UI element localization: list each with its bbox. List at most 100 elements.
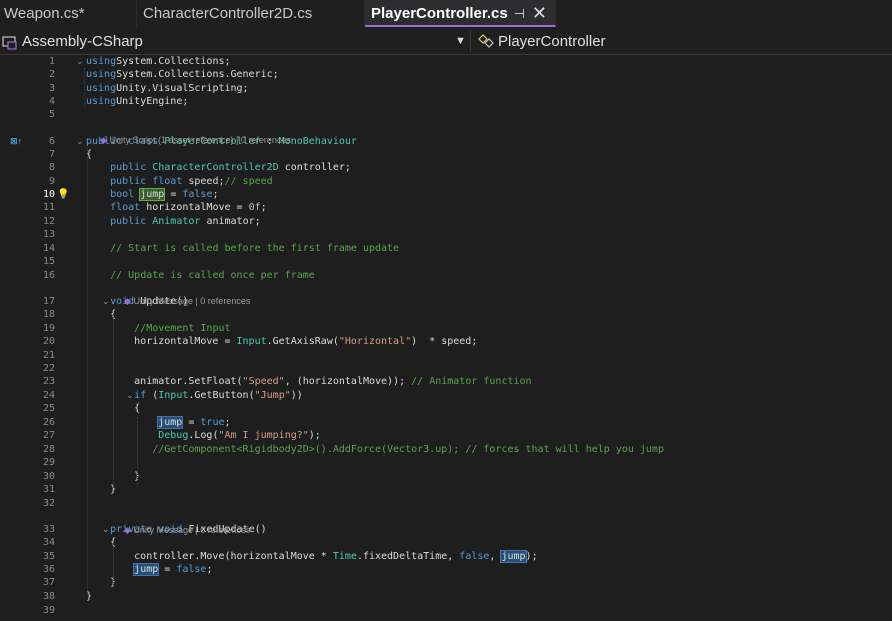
codelens-class[interactable]: ◆ Unity Script (1 asset reference) | 0 r… [90,121,291,160]
line-number: 6 [48,136,55,147]
code-line[interactable]: 16 // Update is called once per frame [0,269,892,282]
code-line[interactable]: 36 jump = false; [0,563,892,576]
codelens-fixedupdate[interactable]: ◆ Unity Message | 0 references [114,511,250,550]
code-token: } [86,484,117,495]
code-line[interactable]: 39 [0,604,892,617]
code-line[interactable]: 9 public float speed;// speed [0,175,892,188]
code-line[interactable]: 1 ⌄ usingSystem.Collections; [0,55,892,68]
code-token: { [86,309,117,320]
code-token: public [110,216,153,227]
member-dropdown[interactable]: PlayerController [498,29,878,54]
code-line[interactable]: 30 } [0,470,892,483]
code-line[interactable]: 27 Debug.Log("Am I jumping?"); [0,429,892,442]
chevron-down-icon[interactable]: ▼ [455,29,466,54]
line-number: 14 [42,243,55,254]
line-number: 36 [42,564,55,575]
line-number: 15 [42,256,55,267]
code-line[interactable]: 13 [0,228,892,241]
code-text[interactable]: // Update is called once per frame [86,269,315,282]
code-text[interactable]: jump = true; [86,416,231,429]
code-line[interactable]: 22 [0,362,892,375]
code-token: true [200,417,225,428]
project-dropdown[interactable]: Assembly-CSharp [22,29,462,54]
line-number: 28 [42,444,55,455]
line-number: 21 [42,350,55,361]
code-line[interactable]: 32 [0,497,892,510]
code-text[interactable]: controller.Move(horizontalMove * Time.fi… [86,550,538,563]
code-line[interactable]: 2 usingSystem.Collections.Generic; [0,68,892,81]
code-line[interactable]: 28 //GetComponent<Rigidbody2D>().AddForc… [0,443,892,456]
lightbulb-icon[interactable]: 💡 [57,188,69,201]
code-text[interactable]: public Animator animator; [86,215,261,228]
tab-player-controller[interactable]: PlayerController.cs ⊣ ✕ [365,0,556,27]
code-line[interactable]: 23 animator.SetFloat("Speed", (horizonta… [0,375,892,388]
code-line[interactable]: 19 //Movement Input [0,322,892,335]
pin-icon[interactable]: ⊣ [514,0,525,27]
code-line[interactable]: 24 ⌄ if (Input.GetButton("Jump")) [0,389,892,402]
code-text[interactable]: { [86,536,116,549]
code-text[interactable]: public CharacterController2D controller; [86,161,351,174]
code-line[interactable]: 26 jump = true; [0,416,892,429]
code-text[interactable]: usingSystem.Collections; [86,55,231,68]
line-number: 4 [48,96,55,107]
unity-script-icon[interactable]: ⊠↑ [10,135,22,148]
close-icon[interactable]: ✕ [532,0,547,27]
code-line[interactable]: 5 [0,108,892,121]
code-line[interactable]: 35 controller.Move(horizontalMove * Time… [0,550,892,563]
code-token: using [86,96,117,107]
code-line[interactable]: 8 public CharacterController2D controlle… [0,161,892,174]
code-text[interactable]: jump = false; [86,563,212,576]
fold-chevron-icon[interactable]: ⌄ [76,55,84,68]
code-line[interactable]: 25 { [0,402,892,415]
line-number: 3 [48,83,55,94]
code-text[interactable]: usingSystem.Collections.Generic; [86,68,279,81]
code-line[interactable]: 3 usingUnity.VisualScripting; [0,82,892,95]
code-text[interactable]: usingUnityEngine; [86,95,188,108]
indent-guide [84,68,85,108]
code-token: , [489,551,502,562]
line-number: 5 [48,109,55,120]
tab-character-controller[interactable]: CharacterController2D.cs [137,0,365,27]
code-token: false [182,189,213,200]
code-text[interactable]: float horizontalMove = 0f; [86,201,267,214]
navigation-bar: Assembly-CSharp ▼ PlayerController [0,29,892,55]
code-editor[interactable]: 1 ⌄ usingSystem.Collections; 2 usingSystem.C… [0,55,892,621]
code-line[interactable]: 20 horizontalMove = Input.GetAxisRaw("Ho… [0,335,892,348]
code-text[interactable]: usingUnity.VisualScripting; [86,82,249,95]
code-token: .fixedDeltaTime, [356,551,460,562]
line-number: 35 [42,551,55,562]
line-number: 12 [42,216,55,227]
code-line[interactable]: 12 public Animator animator; [0,215,892,228]
code-text[interactable]: horizontalMove = Input.GetAxisRaw("Horiz… [86,335,477,348]
indent-guide [113,314,114,488]
code-text[interactable]: if (Input.GetButton("Jump")) [86,389,303,402]
code-line[interactable]: 14 // Start is called before the first f… [0,242,892,255]
code-line[interactable]: 31 } [0,483,892,496]
code-text[interactable]: } [86,576,116,589]
code-line[interactable]: 11 float horizontalMove = 0f; [0,201,892,214]
fold-chevron-icon[interactable]: ⌄ [76,135,84,148]
code-line[interactable]: 10 bool jump = false; [0,188,892,201]
code-line[interactable]: 38} [0,590,892,603]
code-text[interactable]: bool jump = false; [86,188,219,201]
code-text[interactable]: // Start is called before the first fram… [86,242,399,255]
code-line[interactable]: 21 [0,349,892,362]
code-text[interactable]: animator.SetFloat("Speed", (horizontalMo… [86,375,531,388]
line-number: 39 [42,605,55,616]
code-line[interactable]: 4 usingUnityEngine; [0,95,892,108]
code-line[interactable]: 29 [0,456,892,469]
code-text[interactable]: //Movement Input [86,322,230,335]
codelens-update[interactable]: ◆ Unity Message | 0 references [114,282,250,321]
code-text[interactable]: //GetComponent<Rigidbody2D>().AddForce(V… [86,443,664,456]
code-text[interactable]: { [86,308,116,321]
indent-guide [137,417,138,487]
code-text[interactable]: public float speed;// speed [86,175,273,188]
code-text[interactable]: } [86,483,116,496]
tab-weapon[interactable]: Weapon.cs* [0,0,137,27]
code-line[interactable]: 15 [0,255,892,268]
code-line[interactable]: 37 } [0,576,892,589]
code-text[interactable]: Debug.Log("Am I jumping?"); [86,429,321,442]
